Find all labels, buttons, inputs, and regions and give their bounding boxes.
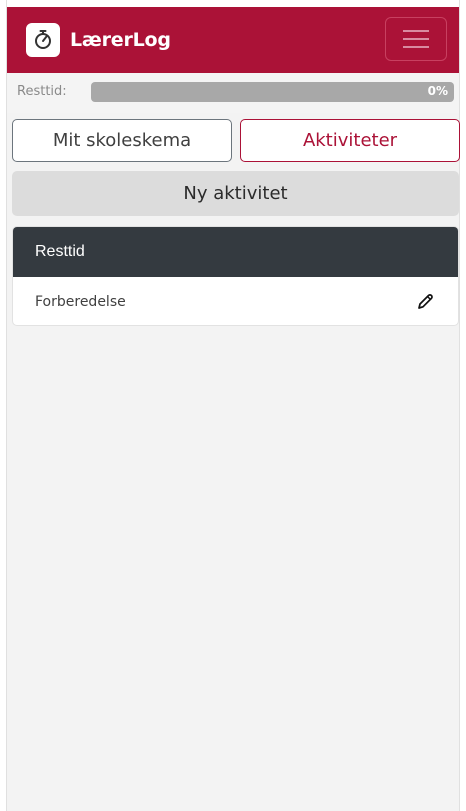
hamburger-icon-line [403, 30, 429, 32]
remaining-time-progress: 0% [91, 82, 454, 102]
tab-aktiviteter[interactable]: Aktiviteter [240, 119, 460, 162]
menu-toggle-button[interactable] [385, 17, 447, 61]
time-status-bar: Resttid: 0% [7, 73, 459, 113]
main-content: Mit skoleskema Aktiviteter Ny aktivitet … [7, 113, 460, 811]
page: LærerLog Resttid: 0% Mit skoleskema Akti… [0, 0, 466, 811]
pencil-icon[interactable] [416, 293, 434, 311]
new-activity-button[interactable]: Ny aktivitet [12, 171, 459, 216]
hamburger-icon-line [403, 46, 429, 48]
activity-card-header: Resttid [13, 227, 458, 277]
activity-card: Resttid Forberedelse [12, 226, 459, 326]
tab-mit-skoleskema[interactable]: Mit skoleskema [12, 119, 232, 162]
activity-row[interactable]: Forberedelse [13, 277, 458, 325]
app-title: LærerLog [70, 29, 171, 51]
top-navbar: LærerLog [7, 7, 459, 73]
remaining-time-percent: 0% [427, 84, 448, 98]
stopwatch-icon [26, 23, 60, 57]
remaining-time-label: Resttid: [17, 84, 67, 99]
activity-name: Forberedelse [35, 293, 126, 310]
hamburger-icon-line [403, 38, 429, 40]
brand[interactable]: LærerLog [26, 23, 171, 57]
